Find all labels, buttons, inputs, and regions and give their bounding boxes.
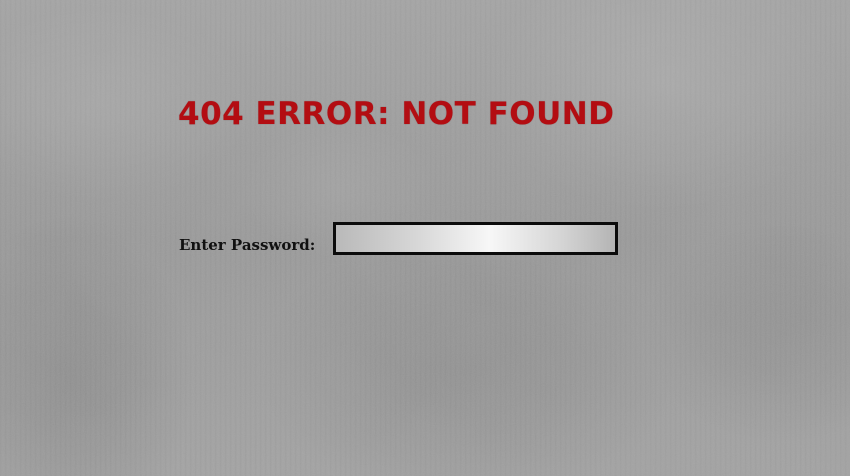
password-label: Enter Password:	[179, 236, 316, 254]
page-body: { "page": { "title": "404 ERROR: NOT FOU…	[0, 0, 850, 476]
error-title: 404 ERROR: NOT FOUND	[178, 96, 615, 132]
password-input[interactable]	[333, 222, 618, 255]
